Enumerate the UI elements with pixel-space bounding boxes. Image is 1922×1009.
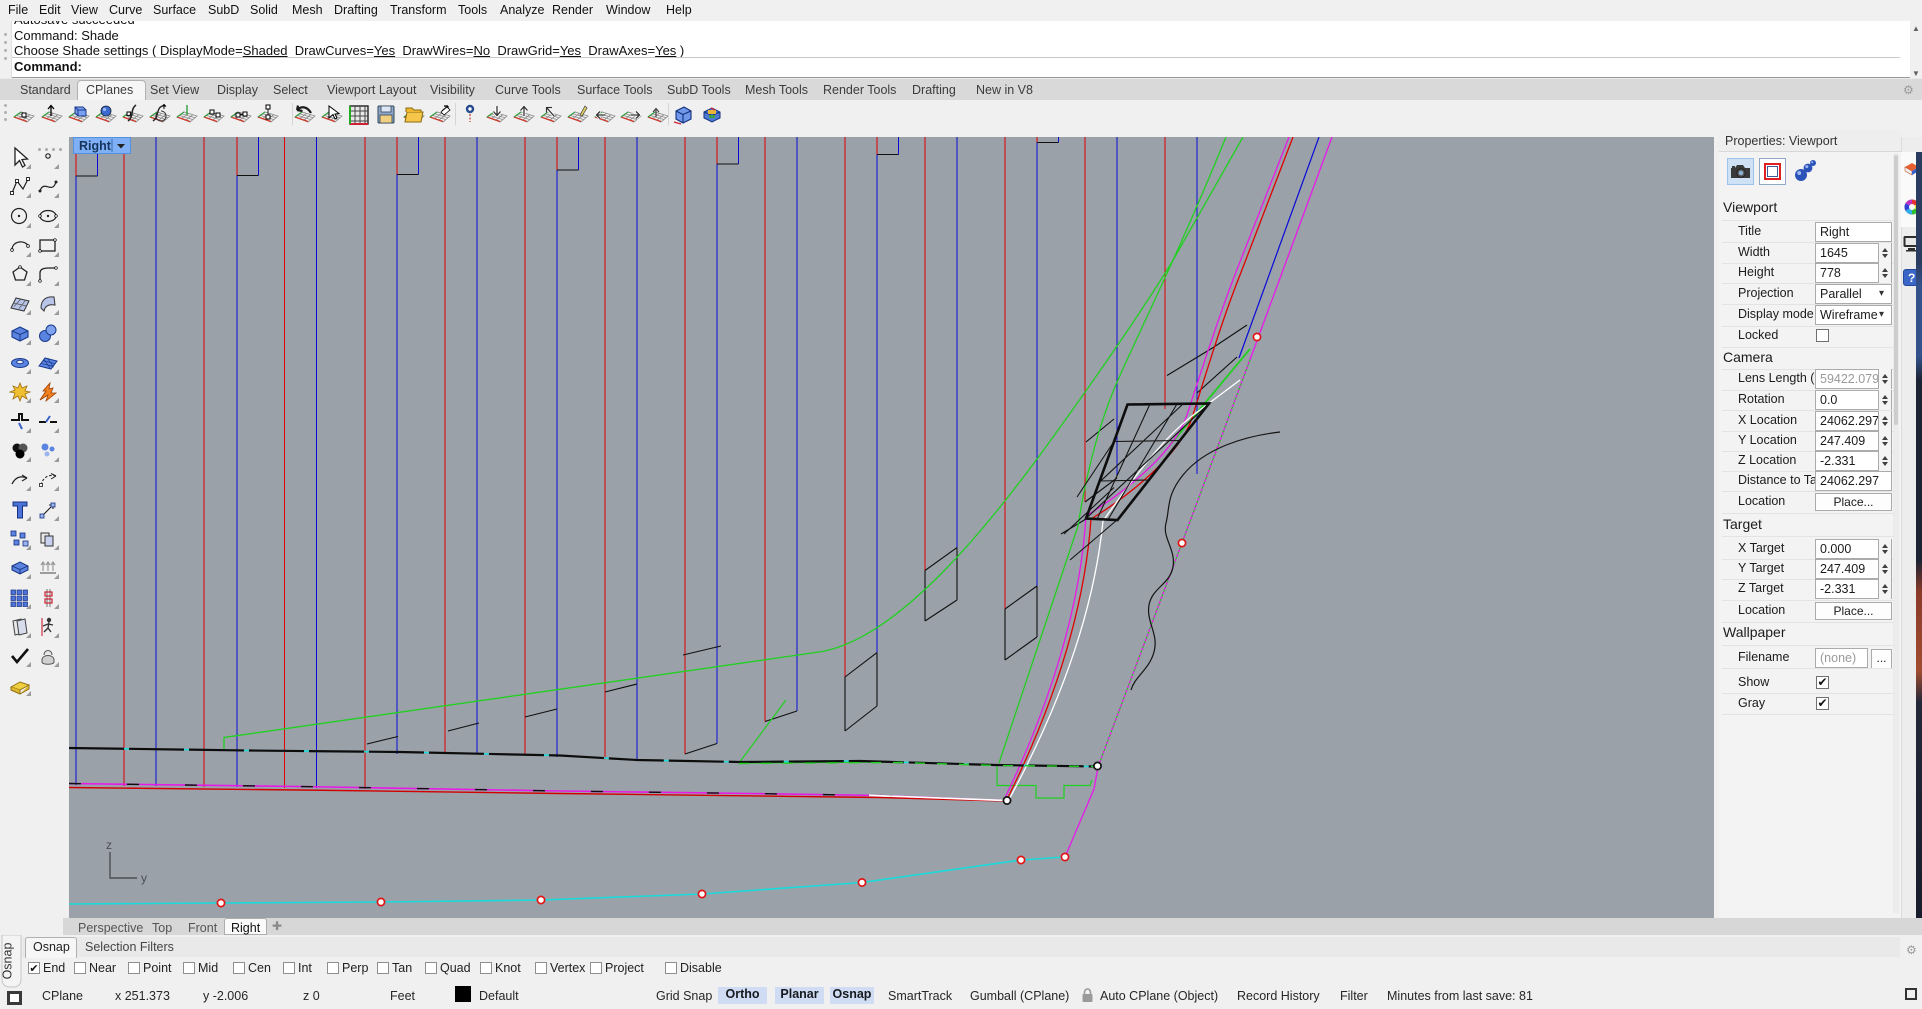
- svg-text:z: z: [106, 838, 112, 852]
- svg-text:Right: Right: [79, 139, 112, 153]
- svg-text:y: y: [141, 871, 147, 885]
- svg-text:Osnap: Osnap: [1, 943, 15, 980]
